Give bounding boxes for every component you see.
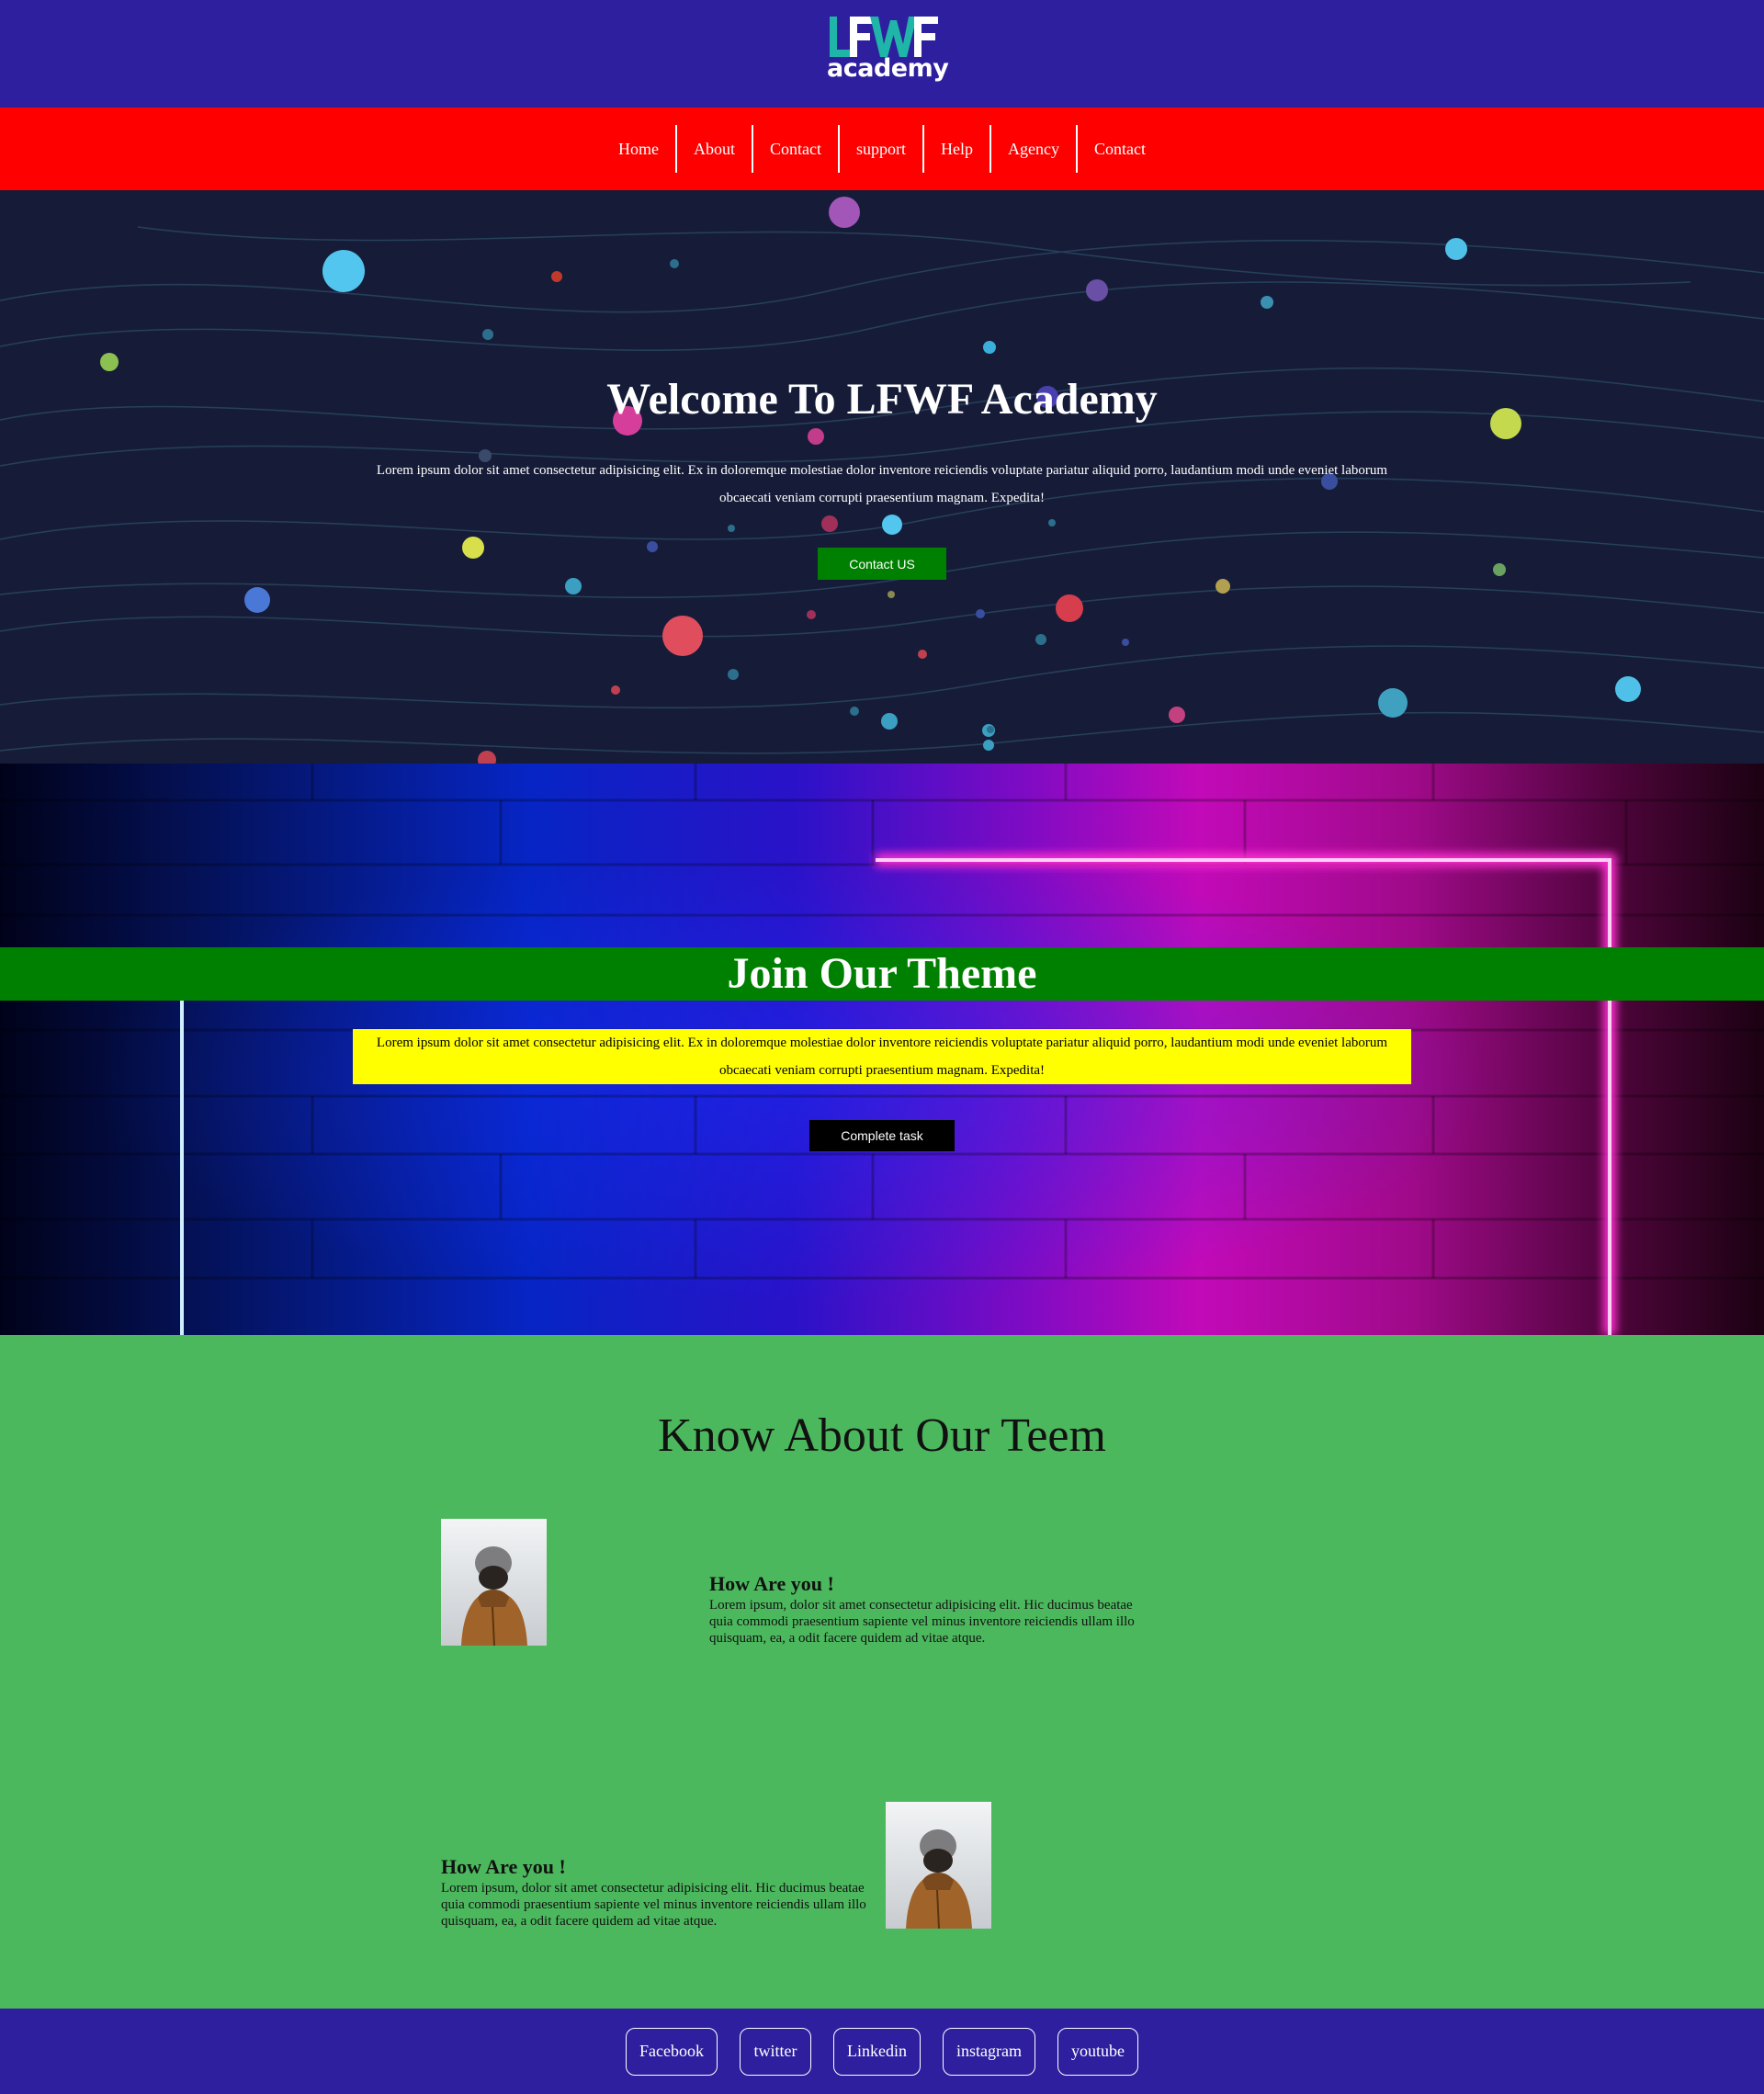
hero-text: Lorem ipsum dolor sit amet consectetur a…	[376, 463, 1388, 505]
team-member-heading: How Are you !	[709, 1572, 834, 1595]
team-title: Know About Our Teem	[658, 1409, 1106, 1462]
team-member-heading: How Are you !	[441, 1855, 566, 1878]
join-title: Join Our Theme	[727, 949, 1037, 998]
team-member-text: Lorem ipsum, dolor sit amet consectetur …	[709, 1598, 1135, 1646]
join-text: Lorem ipsum dolor sit amet consectetur a…	[353, 1029, 1411, 1084]
nav-item-home[interactable]: Home	[602, 125, 675, 173]
top-header: academy	[0, 0, 1764, 108]
team-section: Know About Our Teem How Are you ! Lorem …	[0, 1335, 1764, 2009]
facebook-link[interactable]: Facebook	[626, 2027, 718, 2076]
instagram-link[interactable]: instagram	[943, 2027, 1035, 2076]
main-nav: Home About Contact support Help Agency C…	[0, 108, 1764, 190]
nav-item-contact-2[interactable]: Contact	[1075, 125, 1162, 173]
youtube-link[interactable]: youtube	[1057, 2027, 1138, 2076]
join-title-bar: Join Our Theme	[0, 947, 1764, 1001]
hero-section: Welcome To LFWF Academy Lorem ipsum dolo…	[0, 190, 1764, 764]
linkedin-link[interactable]: Linkedin	[833, 2027, 921, 2076]
nav-item-about[interactable]: About	[675, 125, 752, 173]
team-member-text: Lorem ipsum, dolor sit amet consectetur …	[441, 1881, 866, 1929]
nav-item-support[interactable]: support	[838, 125, 922, 173]
site-logo[interactable]: academy	[824, 13, 949, 86]
nav-item-contact[interactable]: Contact	[752, 125, 838, 173]
nav-item-agency[interactable]: Agency	[989, 125, 1076, 173]
footer: Facebook twitter Linkedin instagram yout…	[0, 2009, 1764, 2094]
complete-task-button[interactable]: Complete task	[809, 1120, 955, 1151]
hero-title: Welcome To LFWF Academy	[606, 375, 1158, 424]
contact-us-button[interactable]: Contact US	[818, 548, 946, 580]
team-member-photo	[441, 1519, 547, 1646]
team-member-photo	[886, 1802, 991, 1929]
join-section: Join Our Theme Lorem ipsum dolor sit ame…	[0, 764, 1764, 1335]
nav-item-help[interactable]: Help	[922, 125, 989, 173]
twitter-link[interactable]: twitter	[740, 2027, 811, 2076]
logo-subtitle: academy	[827, 54, 949, 83]
